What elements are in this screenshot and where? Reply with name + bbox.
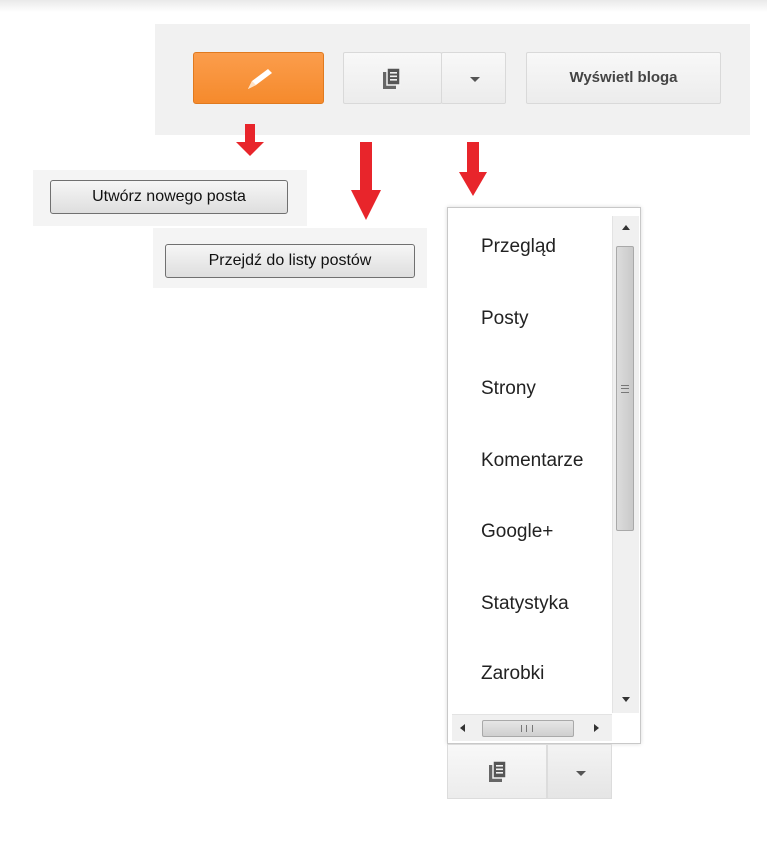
scroll-left-icon[interactable] [460,724,465,732]
horizontal-scroll-thumb[interactable] [482,720,574,737]
menu-item-comments[interactable]: Komentarze [481,450,583,472]
document-stack-icon [383,67,401,89]
vertical-scroll-thumb[interactable] [616,246,634,531]
new-post-tooltip-area: Utwórz nowego posta [33,170,307,226]
vertical-scrollbar[interactable] [612,216,639,713]
pencil-icon [248,69,272,89]
menu-item-posts[interactable]: Posty [481,308,529,330]
dropdown-button-secondary[interactable] [547,744,612,799]
top-shadow [0,0,767,12]
blog-toolbar: Wyświetl bloga [155,24,750,135]
new-post-button[interactable] [193,52,324,104]
menu-item-google-plus[interactable]: Google+ [481,521,553,543]
secondary-toolbar [447,744,612,799]
menu-item-overview[interactable]: Przegląd [481,236,556,258]
scroll-up-icon[interactable] [622,225,630,230]
menu-item-stats[interactable]: Statystyka [481,593,569,615]
view-blog-button[interactable]: Wyświetl bloga [526,52,721,104]
post-list-tooltip: Przejdź do listy postów [165,244,415,278]
new-post-tooltip: Utwórz nowego posta [50,180,288,214]
posts-list-button[interactable] [343,52,442,104]
caret-down-icon [470,77,480,82]
blog-dropdown-menu: Przegląd Posty Strony Komentarze Google+… [447,207,641,744]
menu-item-earnings[interactable]: Zarobki [481,663,544,685]
posts-list-button-secondary[interactable] [447,744,547,799]
menu-item-pages[interactable]: Strony [481,378,536,400]
blog-menu-dropdown-button[interactable] [441,52,506,104]
document-stack-icon [489,760,507,782]
caret-down-icon [576,771,586,776]
post-list-tooltip-area: Przejdź do listy postów [153,228,427,288]
horizontal-scrollbar[interactable] [452,714,612,741]
scroll-down-icon[interactable] [622,697,630,702]
scroll-right-icon[interactable] [594,724,599,732]
